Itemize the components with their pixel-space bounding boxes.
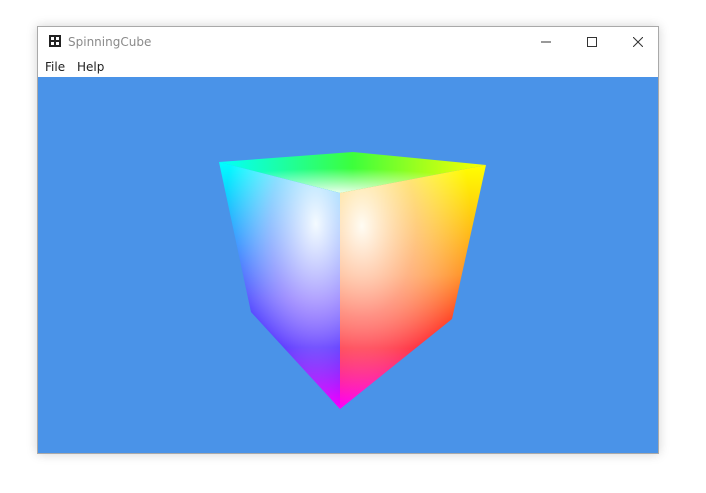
maximize-icon xyxy=(587,37,597,47)
menu-item-file[interactable]: File xyxy=(45,60,65,74)
render-viewport[interactable] xyxy=(38,77,658,453)
minimize-button[interactable] xyxy=(523,27,569,57)
minimize-icon xyxy=(541,41,551,43)
close-icon xyxy=(633,37,643,47)
title-bar[interactable]: SpinningCube xyxy=(38,27,658,57)
spinning-cube xyxy=(219,152,486,409)
menu-bar: File Help xyxy=(38,57,658,77)
close-button[interactable] xyxy=(615,27,661,57)
window-title: SpinningCube xyxy=(68,35,152,49)
app-window: SpinningCube File Help xyxy=(37,26,659,454)
app-window-icon xyxy=(49,35,61,47)
menu-item-help[interactable]: Help xyxy=(77,60,104,74)
maximize-button[interactable] xyxy=(569,27,615,57)
